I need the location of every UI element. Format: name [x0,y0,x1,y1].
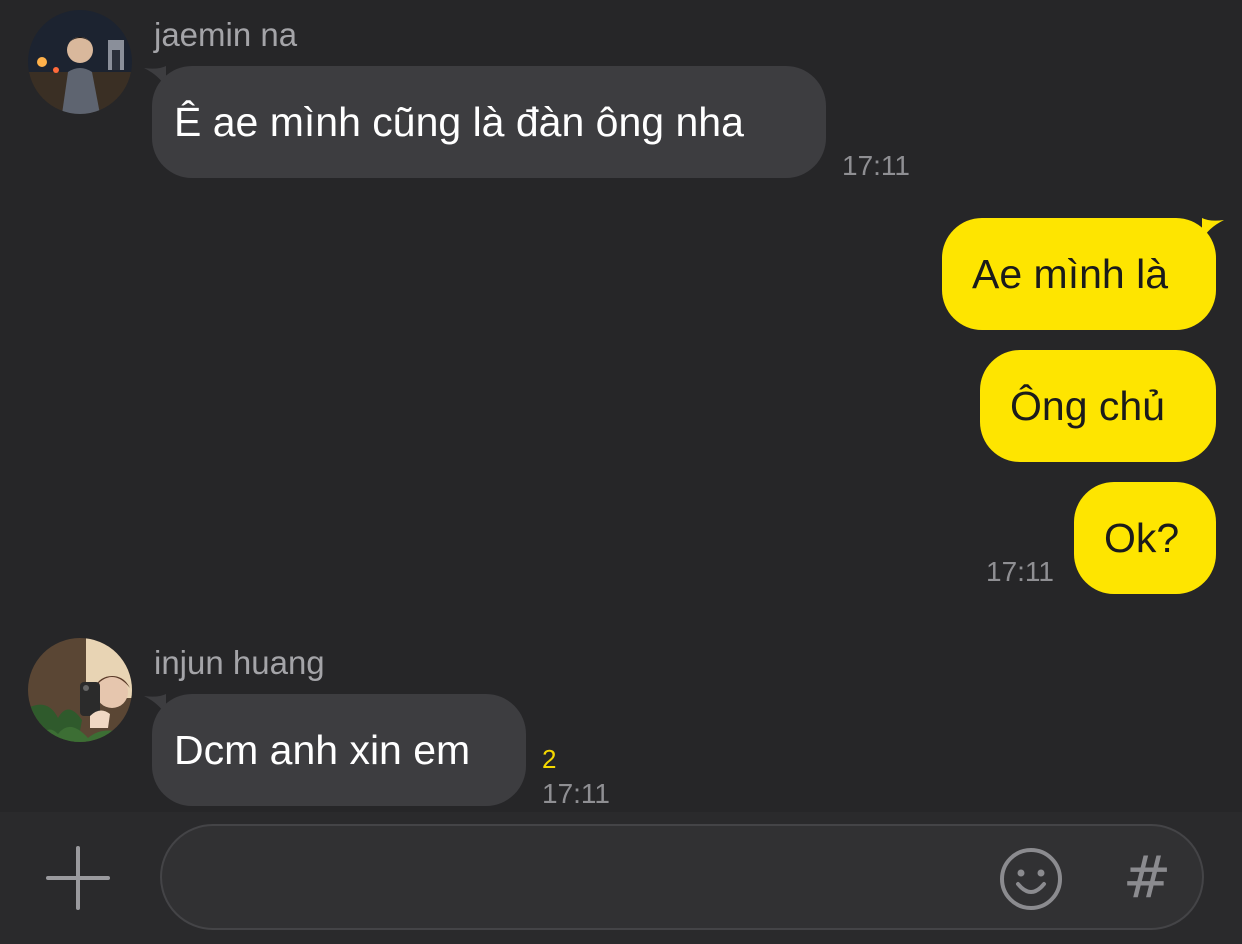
avatar-photo-icon [28,638,132,742]
hashtag-search-button[interactable]: # [1112,842,1182,912]
avatar-photo-icon [28,10,132,114]
avatar-jaemin-na[interactable] [28,10,132,114]
smiley-icon [1000,848,1062,910]
chat-area: jaemin na Ê ae mình cũng là đàn ông nha … [0,0,1242,812]
incoming-message-bubble[interactable]: Dcm anh xin em [152,694,526,806]
message-time: 17:11 [542,778,610,809]
outgoing-message-bubble[interactable]: Ông chủ [980,350,1216,462]
plus-icon [46,846,110,910]
sender-name: injun huang [154,644,325,681]
message-composer: # [0,812,1242,944]
outgoing-message-bubble[interactable]: Ae mình là [942,218,1216,330]
emoji-button[interactable] [998,846,1064,912]
unread-count: 2 [542,744,557,774]
attach-button[interactable] [42,842,114,914]
message-time: 17:11 [842,150,910,181]
avatar-injun-huang[interactable] [28,638,132,742]
sender-name: jaemin na [154,16,298,53]
outgoing-message-bubble[interactable]: Ok? [1074,482,1216,594]
incoming-message-bubble[interactable]: Ê ae mình cũng là đàn ông nha [152,66,826,178]
message-time: 17:11 [986,556,1054,587]
